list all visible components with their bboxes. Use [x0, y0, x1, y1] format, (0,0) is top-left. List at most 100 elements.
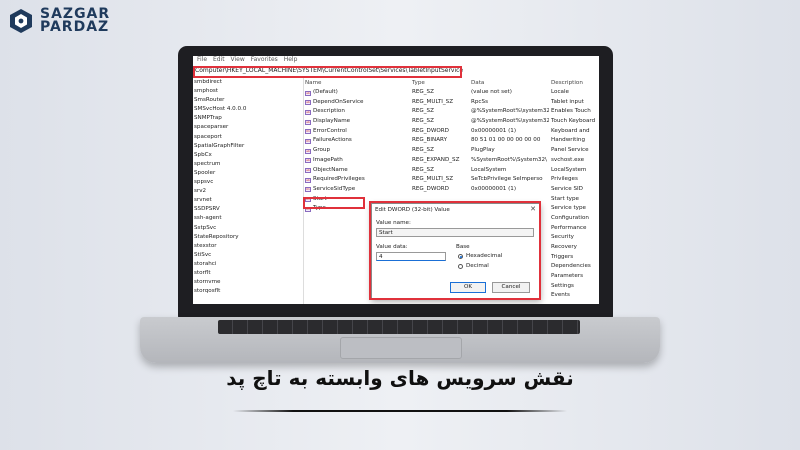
value-row[interactable]: ab Group REG_SZ PlugPlay Panel Service	[305, 146, 599, 156]
value-description-cell: LocalSystem	[551, 166, 587, 173]
value-description-cell: Service SID	[551, 185, 583, 192]
tree-item[interactable]: SstpSvc	[193, 224, 303, 233]
tree-item[interactable]: Spooler	[193, 169, 303, 178]
value-type-cell: REG_SZ	[412, 118, 434, 125]
value-name-cell: ab Group	[305, 146, 405, 156]
value-type-cell: REG_BINARY	[412, 137, 447, 144]
value-type-cell: REG_MULTI_SZ	[412, 176, 454, 183]
value-name-text: DependOnService	[313, 98, 364, 105]
start-value-highlight	[303, 197, 365, 209]
value-name-text: ImagePath	[313, 156, 343, 163]
tree-item[interactable]: StateRepository	[193, 233, 303, 242]
tree-item[interactable]: stexstor	[193, 242, 303, 251]
value-row[interactable]: 01 ErrorControl REG_DWORD 0x00000001 (1) Key…	[305, 127, 599, 137]
value-row[interactable]: ab DisplayName REG_SZ @%SystemRoot%\system3…	[305, 117, 599, 127]
tree-item[interactable]: srv2	[193, 187, 303, 196]
value-data-cell: LocalSystem	[471, 166, 507, 173]
menu-favorites[interactable]: Favorites	[251, 56, 278, 63]
value-data-cell: %SystemRoot%\System32\	[471, 156, 547, 163]
caption-title: نقش سرویس های وابسته به تاچ پد	[226, 366, 574, 390]
tree-item[interactable]: spectrum	[193, 160, 303, 169]
value-name-cell: ab Description	[305, 107, 405, 117]
value-description-cell: Touch Keyboard	[551, 118, 596, 125]
value-description-cell: svchost.exe	[551, 156, 585, 163]
tree-item[interactable]: SpatialGraphFilter	[193, 142, 303, 151]
tree-item[interactable]: spaceport	[193, 133, 303, 142]
value-name-cell: 01 FailureActions	[305, 136, 405, 146]
value-data-cell: 0x00000001 (1)	[471, 127, 517, 134]
value-data-cell: @%SystemRoot%\system32	[471, 118, 549, 125]
value-name-cell: ab DisplayName	[305, 117, 405, 127]
value-name-text: ServiceSidType	[313, 185, 356, 192]
value-name-text: Description	[313, 108, 345, 115]
tree-item[interactable]: sppsvc	[193, 178, 303, 187]
value-type-cell: REG_SZ	[412, 166, 434, 173]
tree-item[interactable]: srvnet	[193, 196, 303, 205]
value-row[interactable]: 01 FailureActions REG_BINARY 80 51 01 00 00…	[305, 136, 599, 146]
value-type-cell: REG_DWORD	[412, 185, 449, 192]
registry-editor-window: File Edit View Favorites Help Computer\H…	[193, 56, 599, 304]
value-description-cell: Recovery	[551, 244, 577, 250]
tree-item[interactable]: ssh-agent	[193, 214, 303, 223]
value-description-cell: Parameters	[551, 273, 584, 280]
brand-logo: SAZGAR PARDAZ	[8, 7, 110, 34]
value-name-cell: ab RequiredPrivileges	[305, 175, 405, 185]
string-value-icon: ab	[305, 119, 311, 125]
column-header-name[interactable]: Name	[305, 78, 405, 88]
value-description-cell: Settings	[551, 282, 574, 289]
string-value-icon: ab	[305, 168, 311, 173]
string-value-icon: ab	[305, 148, 311, 154]
tree-item[interactable]: spaceparser	[193, 123, 303, 132]
value-description-cell: Locale	[551, 89, 569, 95]
tree-item[interactable]: SMSvcHost 4.0.0.0	[193, 105, 303, 114]
value-row[interactable]: ab ObjectName REG_SZ LocalSystem LocalSystem	[305, 166, 599, 176]
caption-underline	[233, 410, 567, 412]
value-type-cell: REG_SZ	[412, 108, 434, 115]
tree-item[interactable]: StiSvc	[193, 251, 303, 260]
value-row[interactable]: ab DependOnService REG_MULTI_SZ RpcSs Tablet…	[305, 98, 599, 108]
string-value-icon: ab	[305, 158, 311, 164]
value-description-cell: Events	[551, 292, 570, 299]
binary-value-icon: 01	[305, 138, 311, 144]
value-description-cell: Panel Service	[551, 147, 589, 154]
string-value-icon: ab	[305, 90, 311, 96]
tree-item[interactable]: SmsRouter	[193, 96, 303, 105]
tree-item[interactable]: storahci	[193, 260, 303, 269]
tree-item[interactable]: smbdirect	[193, 78, 303, 87]
tree-item[interactable]: SSDPSRV	[193, 205, 303, 214]
column-header-description[interactable]: Description	[551, 78, 599, 88]
value-description-cell: Security	[551, 234, 574, 241]
value-description-cell: Tablet input	[551, 98, 584, 105]
value-name-text: DisplayName	[313, 118, 351, 125]
hexagon-logo-icon	[10, 9, 32, 33]
value-row[interactable]: 01 ServiceSidType REG_DWORD 0x00000001 (1) S…	[305, 185, 599, 195]
laptop-keyboard	[218, 320, 580, 334]
tree-item[interactable]: stornvme	[193, 278, 303, 287]
column-header-type[interactable]: Type	[412, 78, 472, 88]
tree-item[interactable]: storflt	[193, 269, 303, 278]
column-header-data[interactable]: Data	[471, 78, 549, 88]
value-data-cell: SeTcbPrivilege SeImperso	[471, 176, 543, 183]
tree-item[interactable]: SNMPTrap	[193, 114, 303, 123]
value-data-cell: @%SystemRoot%\system32	[471, 108, 549, 115]
value-data-cell: (value not set)	[471, 89, 512, 95]
value-description-cell: Triggers	[551, 253, 574, 260]
value-row[interactable]: ab ImagePath REG_EXPAND_SZ %SystemRoot%\Sys…	[305, 156, 599, 166]
value-name-cell: 01 ErrorControl	[305, 127, 405, 137]
value-row[interactable]: ab (Default) REG_SZ (value not set) Locale	[305, 88, 599, 98]
value-description-cell: Enables Touch	[551, 108, 591, 115]
value-row[interactable]: ab RequiredPrivileges REG_MULTI_SZ SeTcbPri…	[305, 175, 599, 185]
menu-file[interactable]: File	[197, 56, 207, 63]
value-name-cell: ab DependOnService	[305, 98, 405, 108]
value-row[interactable]: ab Description REG_SZ @%SystemRoot%\system3…	[305, 107, 599, 117]
menu-edit[interactable]: Edit	[213, 56, 225, 63]
tree-item[interactable]: SpbCx	[193, 151, 303, 160]
tree-item[interactable]: smphost	[193, 87, 303, 96]
value-description-cell: Performance	[551, 224, 587, 231]
value-description-cell: Dependencies	[551, 263, 591, 270]
menu-view[interactable]: View	[231, 56, 245, 63]
value-description-cell: Handwriting	[551, 137, 586, 144]
menu-help[interactable]: Help	[284, 56, 298, 63]
tree-item[interactable]: storqosflt	[193, 287, 303, 296]
value-name-cell: 01 ServiceSidType	[305, 185, 405, 195]
